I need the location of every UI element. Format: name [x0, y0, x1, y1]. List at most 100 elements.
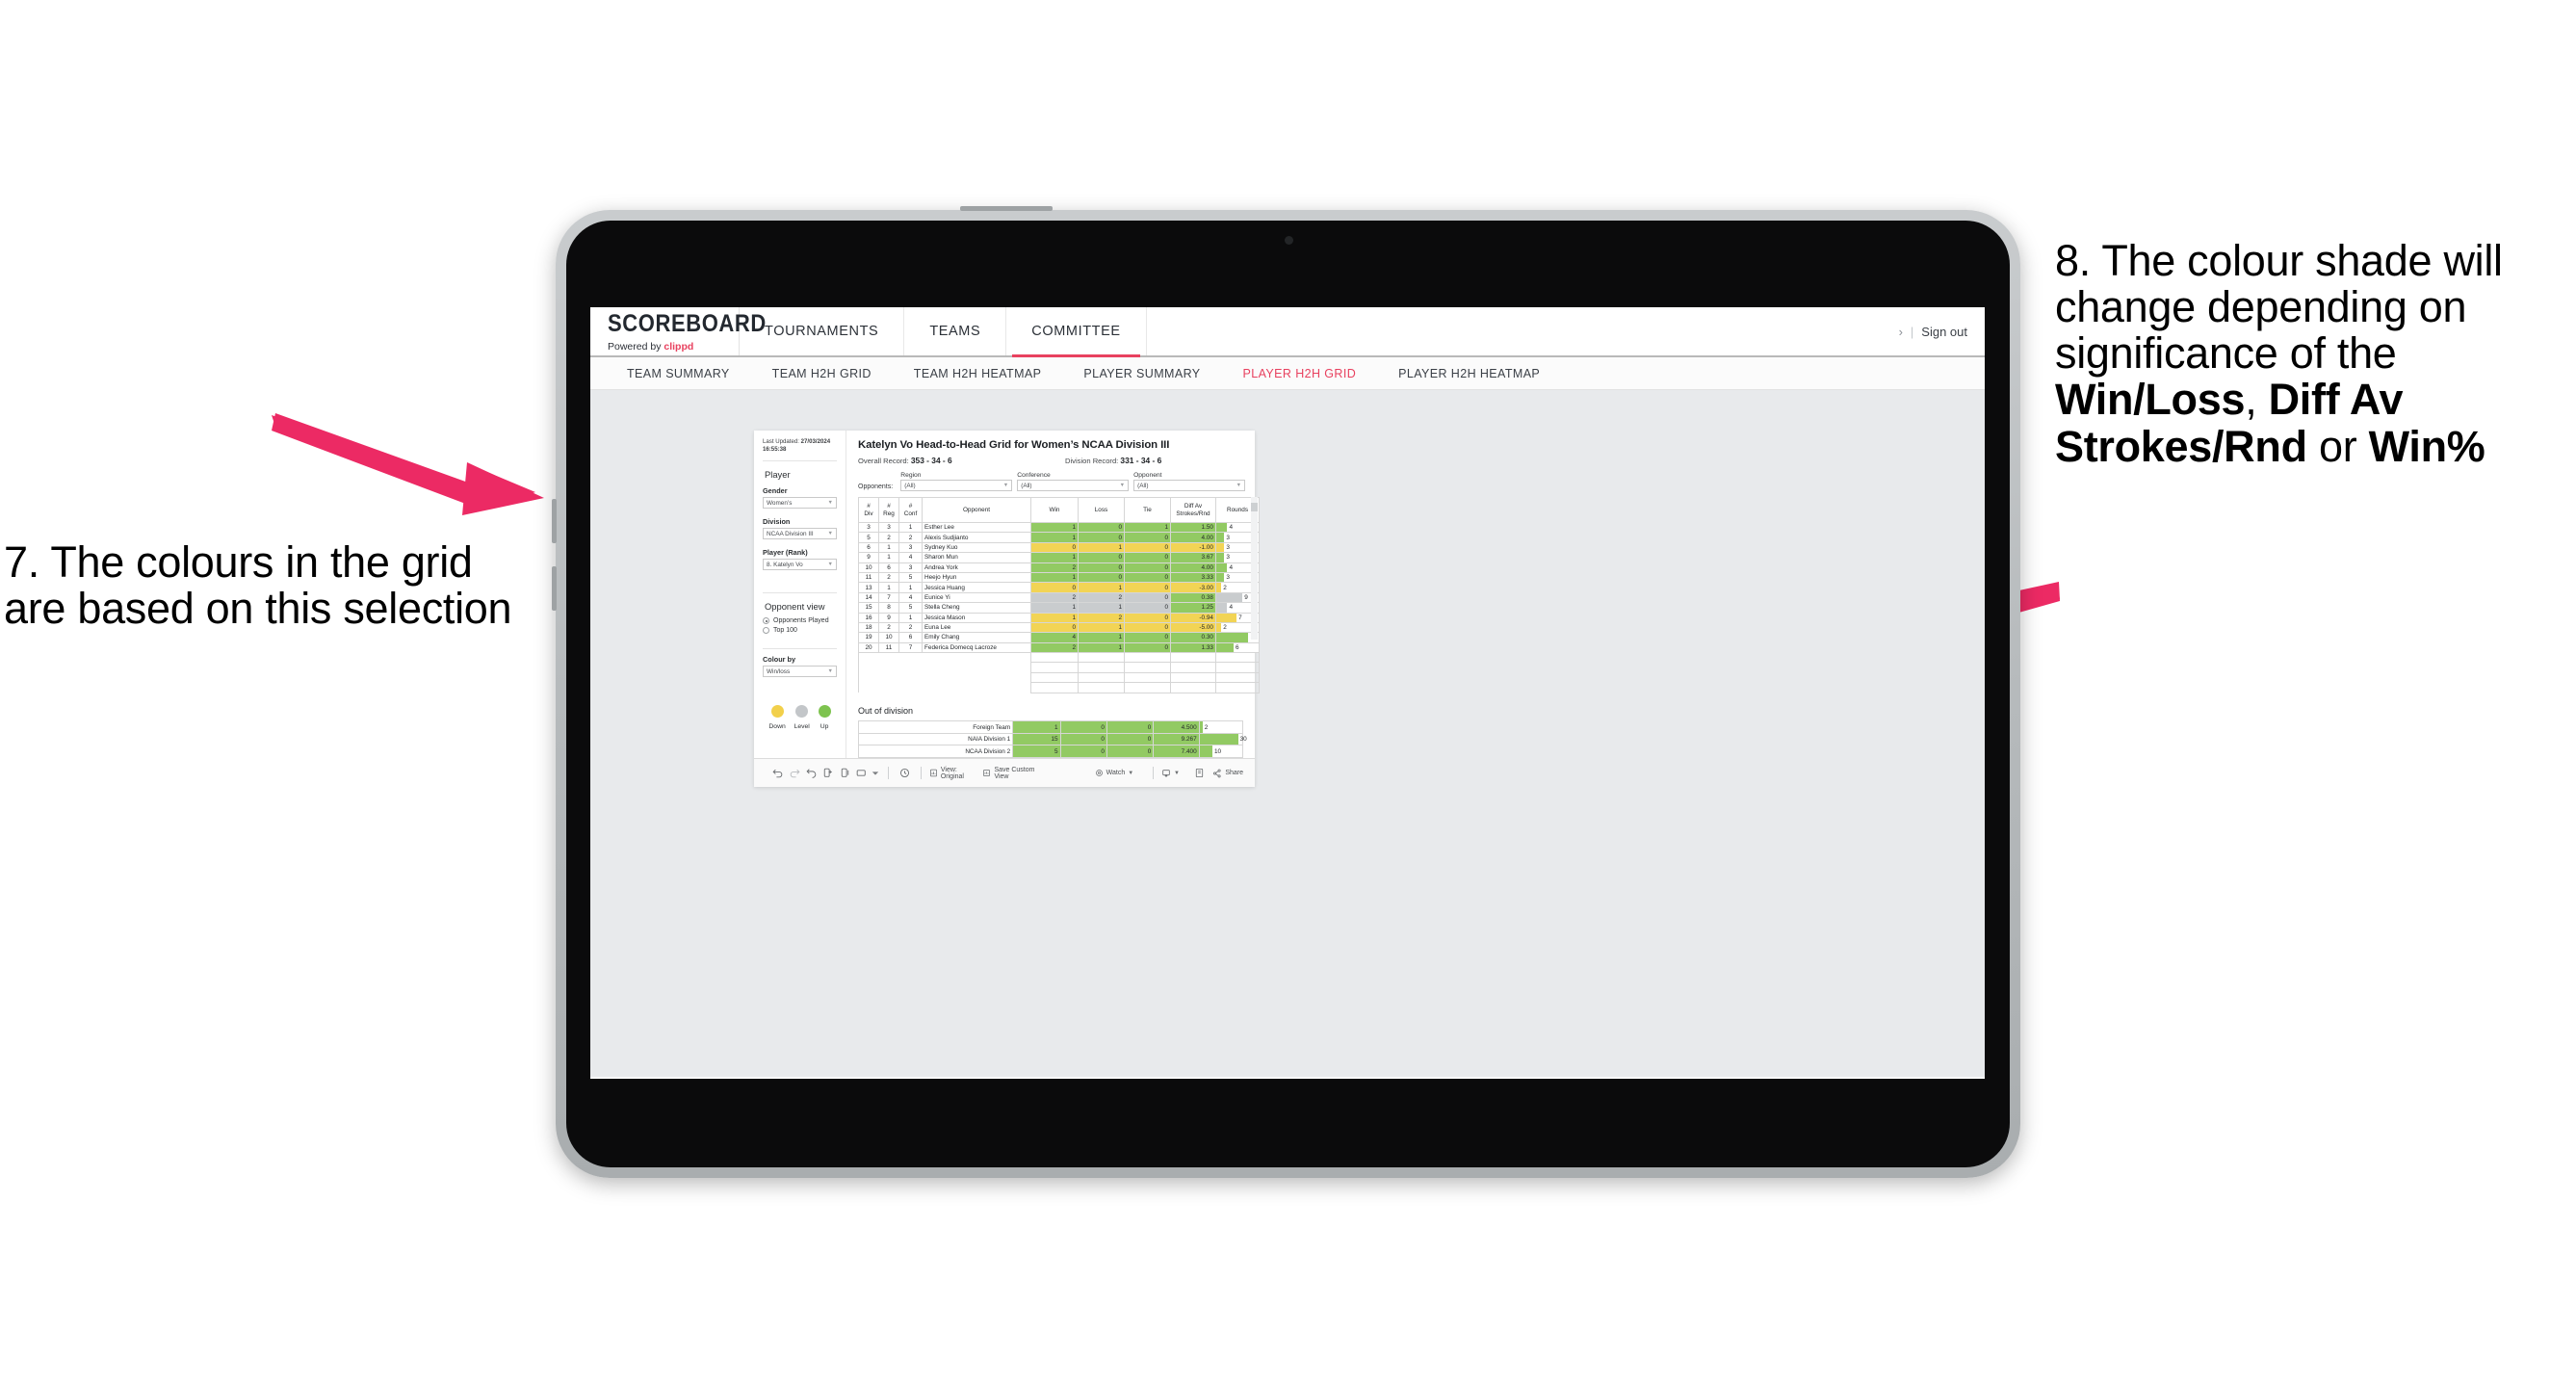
sign-out-link[interactable]: Sign out	[1921, 325, 1967, 339]
cell-tie: 0	[1124, 532, 1171, 543]
cell-diff: 4.00	[1170, 562, 1216, 573]
cell-win: 0	[1030, 582, 1079, 593]
cell-div: 19	[858, 632, 879, 643]
cell-reg: 7	[878, 591, 899, 604]
cell-diff: -1.00	[1170, 541, 1216, 554]
tablet-camera	[1284, 236, 1293, 245]
table-row[interactable]: Foreign Team 1 0 0 4.500 2	[857, 720, 1244, 734]
table-row[interactable]: 10 6 3 Andrea York 2 0 0 4.00 4	[858, 562, 1260, 573]
conference-filter: Conference (All) ▼	[1017, 472, 1130, 491]
undo-icon[interactable]	[769, 767, 786, 779]
refresh-icon[interactable]	[820, 767, 836, 779]
subnav-team-h2h-heatmap[interactable]: TEAM H2H HEATMAP	[893, 367, 1063, 380]
table-row[interactable]: 20 11 7 Federica Domecq Lacroze 2 1 0 1.33 6	[858, 641, 1260, 654]
table-row-empty	[858, 652, 1260, 664]
brand-powered-by: Powered by	[608, 340, 664, 353]
radio-opponents-played[interactable]: Opponents Played	[763, 617, 837, 625]
cell-opponent: Heejo Hyun	[922, 571, 1031, 584]
subnav-player-summary[interactable]: PLAYER SUMMARY	[1062, 367, 1221, 380]
cell-diff: -0.94	[1170, 612, 1216, 623]
chevron-down-icon[interactable]	[871, 770, 880, 777]
cell-conf: 3	[898, 562, 923, 573]
table-row[interactable]: 14 7 4 Eunice Yi 2 2 0 0.38 9	[858, 591, 1260, 604]
col-loss: Loss	[1078, 497, 1125, 523]
table-row[interactable]: NCAA Division 2 5 0 0 7.400 10	[857, 745, 1244, 758]
region-select[interactable]: (All) ▼	[900, 480, 1013, 491]
division-select[interactable]: NCAA Division III ▼	[763, 528, 837, 540]
brand-logo[interactable]: SCOREBOARD Powered by clippd	[590, 307, 766, 355]
view-original-button[interactable]: View: Original	[929, 767, 972, 780]
save-custom-view-button[interactable]: Save Custom View	[982, 767, 1036, 780]
cell-rounds: 6	[1215, 641, 1260, 654]
cell-tie: 1	[1124, 521, 1171, 534]
table-row[interactable]: 13 1 1 Jessica Huang 0 1 0 -3.00 2	[858, 582, 1260, 593]
workbook-toolbar: View: Original Save Custom View Watch ▼ …	[754, 758, 1255, 787]
chevron-right-icon[interactable]: ›	[1899, 325, 1903, 339]
cell-reg: 8	[878, 602, 899, 614]
table-row-empty	[858, 682, 1260, 693]
opponents-label: Opponents:	[858, 484, 894, 490]
download-button[interactable]: ▼	[1161, 769, 1180, 778]
annotation-right: 8. The colour shade will change dependin…	[2055, 236, 2575, 470]
cell-opponent: Jessica Mason	[922, 612, 1031, 623]
cell-loss: 2	[1078, 591, 1125, 604]
nav-tournaments[interactable]: TOURNAMENTS	[740, 307, 905, 355]
cell-diff: 1.50	[1170, 521, 1216, 534]
revert-icon[interactable]	[803, 767, 820, 779]
fullscreen-icon[interactable]	[1191, 768, 1208, 778]
cell-diff: 1.33	[1170, 641, 1216, 654]
subnav-team-summary[interactable]: TEAM SUMMARY	[606, 367, 751, 380]
overall-record-label: Overall Record:	[858, 457, 911, 465]
table-row[interactable]: 11 2 5 Heejo Hyun 1 0 0 3.33 3	[858, 571, 1260, 584]
table-row[interactable]: 6 1 3 Sydney Kuo 0 1 0 -1.00 3	[858, 541, 1260, 554]
view-original-label: View: Original	[940, 766, 964, 780]
subnav-player-h2h-heatmap[interactable]: PLAYER H2H HEATMAP	[1377, 367, 1561, 380]
player-rank-select[interactable]: 8. Katelyn Vo ▼	[763, 559, 837, 571]
grid-scrollbar-track[interactable]	[1251, 497, 1258, 640]
opponent-view-radios: Opponents Played Top 100	[763, 617, 837, 637]
legend-level: Level	[794, 705, 810, 730]
table-row[interactable]: 19106Emily Chang4100.3011	[858, 632, 1260, 643]
cell-win: 0	[1030, 541, 1079, 554]
cell-tie: 0	[1106, 732, 1155, 746]
cell-opponent: Sharon Mun	[922, 552, 1031, 563]
workbook-panel: Last Updated: 27/03/2024 16:55:38 Player…	[754, 431, 1260, 787]
app-header: SCOREBOARD Powered by clippd TOURNAMENTS…	[590, 307, 1985, 357]
watch-button[interactable]: Watch ▼	[1095, 769, 1133, 777]
colour-by-select[interactable]: Win/loss ▼	[763, 666, 837, 678]
annotation-right-text: 8. The colour shade will change dependin…	[2055, 236, 2503, 379]
h2h-grid-body: 3 3 1 Esther Lee 1 0 1 1.50 4 5 2 2 Alexis Sudjianto…	[858, 521, 1260, 693]
table-row[interactable]: 18 2 2 Euna Lee 0 1 0 -5.00 2	[858, 621, 1260, 634]
radio-top-100[interactable]: Top 100	[763, 627, 837, 635]
opponent-select[interactable]: (All) ▼	[1133, 480, 1246, 491]
cell-loss: 0	[1059, 732, 1107, 746]
radio-top-100-label: Top 100	[773, 627, 797, 635]
cell-reg: 1	[878, 552, 899, 563]
gender-select[interactable]: Women’s ▼	[763, 497, 837, 510]
nav-teams[interactable]: TEAMS	[904, 307, 1007, 355]
cell-reg: 11	[878, 641, 899, 654]
pause-icon[interactable]	[837, 767, 853, 779]
cell-loss: 2	[1078, 612, 1125, 623]
nav-committee[interactable]: COMMITTEE	[1006, 307, 1147, 357]
table-row[interactable]: NAIA Division 1 15 0 0 9.267 30	[857, 732, 1247, 746]
cell-conf: 4	[898, 552, 923, 563]
table-row[interactable]: 15 8 5 Stella Cheng 1 1 0 1.25 4	[858, 602, 1260, 614]
redo-icon[interactable]	[786, 767, 802, 779]
cell-loss: 1	[1078, 641, 1125, 654]
grid-scrollbar-thumb[interactable]	[1251, 503, 1258, 511]
conference-select[interactable]: (All) ▼	[1017, 480, 1130, 491]
subnav-team-h2h-grid[interactable]: TEAM H2H GRID	[751, 367, 893, 380]
alarm-icon[interactable]	[897, 767, 913, 779]
table-row[interactable]: 9 1 4 Sharon Mun 1 0 0 3.67 3	[858, 552, 1260, 563]
table-row[interactable]: 3 3 1 Esther Lee 1 0 1 1.50 4	[858, 521, 1260, 534]
share-button[interactable]: Share	[1212, 769, 1243, 778]
app-screen: SCOREBOARD Powered by clippd TOURNAMENTS…	[590, 307, 1985, 1079]
table-row[interactable]: 16 9 1 Jessica Mason 1 2 0 -0.94 7	[858, 612, 1260, 623]
cell-conf: 4	[898, 591, 923, 604]
player-rank-value: 8. Katelyn Vo	[767, 561, 803, 568]
subnav-player-h2h-grid[interactable]: PLAYER H2H GRID	[1222, 367, 1378, 380]
device-layout-icon[interactable]	[853, 767, 870, 779]
table-row[interactable]: 5 2 2 Alexis Sudjianto 1 0 0 4.00 3	[858, 532, 1260, 543]
cell-tie: 0	[1124, 621, 1171, 634]
